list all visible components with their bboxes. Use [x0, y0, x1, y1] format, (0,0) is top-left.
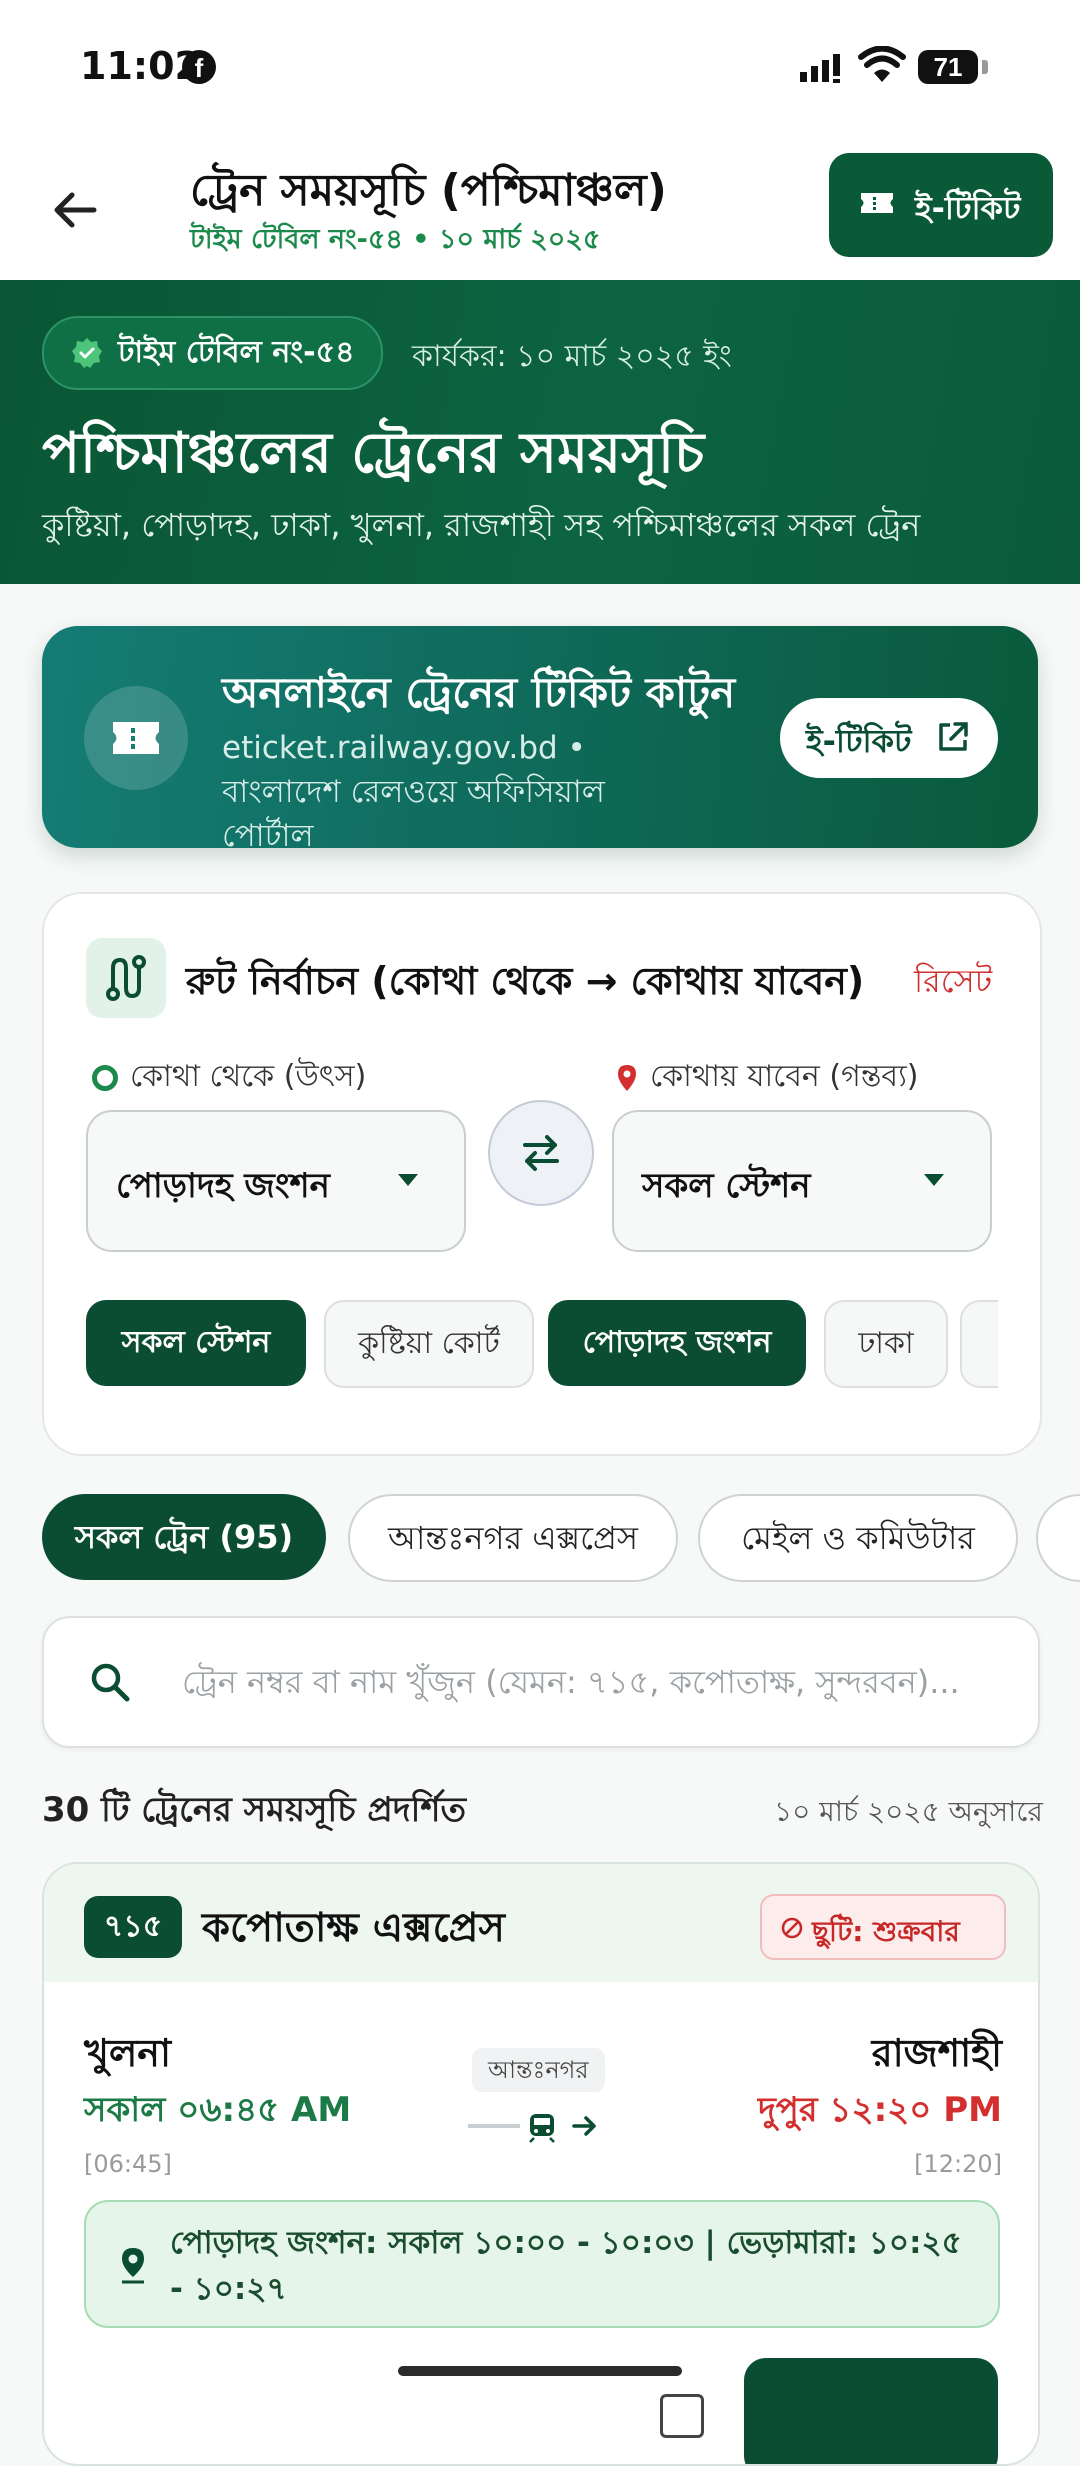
as-of-date: ১০ মার্চ ২০২৫ অনুসারে	[774, 1795, 1043, 1828]
departure-time: সকাল ০৬:৪৫ AM	[84, 2090, 352, 2130]
hero-description: কুষ্টিয়া, পোড়াদহ, ঢাকা, খুলনা, রাজশাহী…	[42, 506, 921, 544]
to-label: কোথায় যাবেন (গন্তব্য)	[616, 1052, 919, 1103]
search-input[interactable]	[180, 1648, 1024, 1716]
online-banner-title: অনলাইনে ট্রেনের টিকিট কাটুন	[222, 668, 736, 717]
from-station-select[interactable]: পোড়াদহ জংশন	[86, 1110, 466, 1252]
page-subtitle: টাইম টেবিল নং-৫৪ • ১০ মার্চ ২০২৫	[190, 224, 601, 255]
swap-icon	[523, 1135, 559, 1171]
route-icon	[106, 955, 146, 1001]
chevron-down-icon	[398, 1174, 418, 1186]
origin-station: খুলনা	[84, 2031, 171, 2075]
search-box	[42, 1616, 1040, 1748]
train-type-tabs: সকল ট্রেন (95) আন্তঃনগর এক্সপ্রেস মেইল ও…	[42, 1494, 1080, 1586]
reset-button[interactable]: রিসেট	[914, 956, 992, 1010]
tab-partial[interactable]	[1036, 1494, 1080, 1582]
status-bar: 11:02 f 71	[0, 0, 1080, 135]
station-chips: সকল স্টেশন কুষ্টিয়া কোর্ট পোড়াদহ জংশন …	[86, 1300, 998, 1390]
from-label-text: কোথা থেকে (উৎস)	[130, 1059, 367, 1094]
eticket-header-button[interactable]: ই-টিকিট	[829, 153, 1053, 257]
route-title: রুট নির্বাচন (কোথা থেকে → কোথায় যাবেন)	[186, 959, 865, 1003]
verified-check-icon	[72, 338, 102, 368]
result-count: 30 টি ট্রেনের সময়সূচি প্রদর্শিত	[42, 1790, 467, 1830]
eticket-portal-label: ই-টিকিট	[806, 722, 912, 760]
holiday-badge: ছুটি: শুক্রবার	[760, 1894, 1006, 1960]
back-arrow-icon[interactable]	[40, 175, 110, 245]
train-type-badge: আন্তঃনগর	[472, 2048, 605, 2092]
checkbox[interactable]	[660, 2394, 704, 2438]
eticket-portal-button[interactable]: ই-টিকিট	[780, 698, 998, 778]
facebook-icon: f	[182, 50, 216, 84]
station-chip[interactable]: ঢাকা	[824, 1300, 948, 1388]
to-station-select[interactable]: সকল স্টেশন	[612, 1110, 992, 1252]
wifi-icon	[858, 46, 906, 82]
tab-all-trains[interactable]: সকল ট্রেন (95)	[42, 1494, 326, 1580]
signal-icon	[800, 54, 840, 83]
hero-banner: টাইম টেবিল নং-৫৪ কার্যকর: ১০ মার্চ ২০২৫ …	[0, 280, 1080, 584]
origin-dot-icon	[92, 1064, 118, 1091]
route-selector-card: রুট নির্বাচন (কোথা থেকে → কোথায় যাবেন) …	[42, 892, 1042, 1456]
stops-text: পোড়াদহ জংশন: সকাল ১০:০০ - ১০:০৩ | ভেড়া…	[170, 2225, 962, 2307]
chevron-down-icon	[924, 1174, 944, 1186]
station-chip[interactable]: সকল স্টেশন	[86, 1300, 306, 1386]
train-route-icon	[468, 2114, 596, 2143]
station-chip[interactable]: কুষ্টিয়া কোর্ট	[324, 1300, 534, 1388]
departure-time-24h: [06:45]	[84, 2150, 172, 2178]
arrival-time: দুপুর ১২:২০ PM	[757, 2090, 1002, 2130]
search-icon	[91, 1663, 130, 1702]
hero-title: পশ্চিমাঞ্চলের ট্রেনের সময়সূচি	[42, 421, 705, 486]
station-chip[interactable]: পোড়াদহ জংশন	[548, 1300, 806, 1386]
location-pin-icon	[122, 2248, 144, 2284]
battery-level: 71	[918, 50, 978, 84]
timetable-badge-label: টাইম টেবিল নং-৫৪	[118, 334, 355, 370]
ticket-circle	[84, 686, 188, 790]
from-station-value: পোড়াদহ জংশন	[116, 1166, 330, 1206]
online-ticket-banner: অনলাইনে ট্রেনের টিকিট কাটুন eticket.rail…	[42, 626, 1038, 854]
location-pin-icon	[618, 1064, 636, 1091]
tab-intercity[interactable]: আন্তঃনগর এক্সপ্রেস	[348, 1494, 678, 1582]
home-indicator	[398, 2366, 682, 2376]
battery-indicator: 71	[918, 50, 988, 84]
swap-stations-button[interactable]	[488, 1100, 594, 1206]
from-label: কোথা থেকে (উৎস)	[92, 1052, 366, 1103]
destination-station: রাজশাহী	[871, 2031, 1002, 2075]
tab-mail-commuter[interactable]: মেইল ও কমিউটার	[698, 1494, 1018, 1582]
holiday-text: ছুটি: শুক্রবার	[812, 1915, 960, 1948]
to-station-value: সকল স্টেশন	[642, 1166, 811, 1206]
timetable-badge: টাইম টেবিল নং-৫৪	[42, 316, 383, 390]
to-label-text: কোথায় যাবেন (গন্তব্য)	[650, 1059, 919, 1094]
eticket-header-label: ই-টিকিট	[915, 189, 1021, 227]
station-chip-partial[interactable]	[960, 1300, 998, 1388]
effective-date: কার্যকর: ১০ মার্চ ২০২৫ ইং	[412, 339, 732, 374]
arrival-time-24h: [12:20]	[914, 2150, 1002, 2178]
ticket-button[interactable]	[744, 2358, 998, 2464]
online-banner-subtitle: eticket.railway.gov.bd • বাংলাদেশ রেলওয়…	[222, 730, 605, 854]
battery-tip	[982, 60, 988, 74]
app-bar: ট্রেন সময়সূচি (পশ্চিমাঞ্চল) টাইম টেবিল …	[0, 135, 1080, 281]
train-card-header: ৭১৫ কপোতাক্ষ এক্সপ্রেস ছুটি: শুক্রবার	[44, 1864, 1038, 1982]
ticket-icon	[113, 722, 159, 754]
intermediate-stops: পোড়াদহ জংশন: সকাল ১০:০০ - ১০:০৩ | ভেড়া…	[84, 2200, 1000, 2328]
block-icon	[781, 1917, 803, 1939]
route-icon-box	[86, 938, 166, 1018]
ticket-icon	[861, 193, 893, 213]
train-number: ৭১৫	[84, 1896, 182, 1958]
train-name: কপোতাক্ষ এক্সপ্রেস	[202, 1905, 505, 1951]
external-link-icon	[939, 722, 968, 751]
